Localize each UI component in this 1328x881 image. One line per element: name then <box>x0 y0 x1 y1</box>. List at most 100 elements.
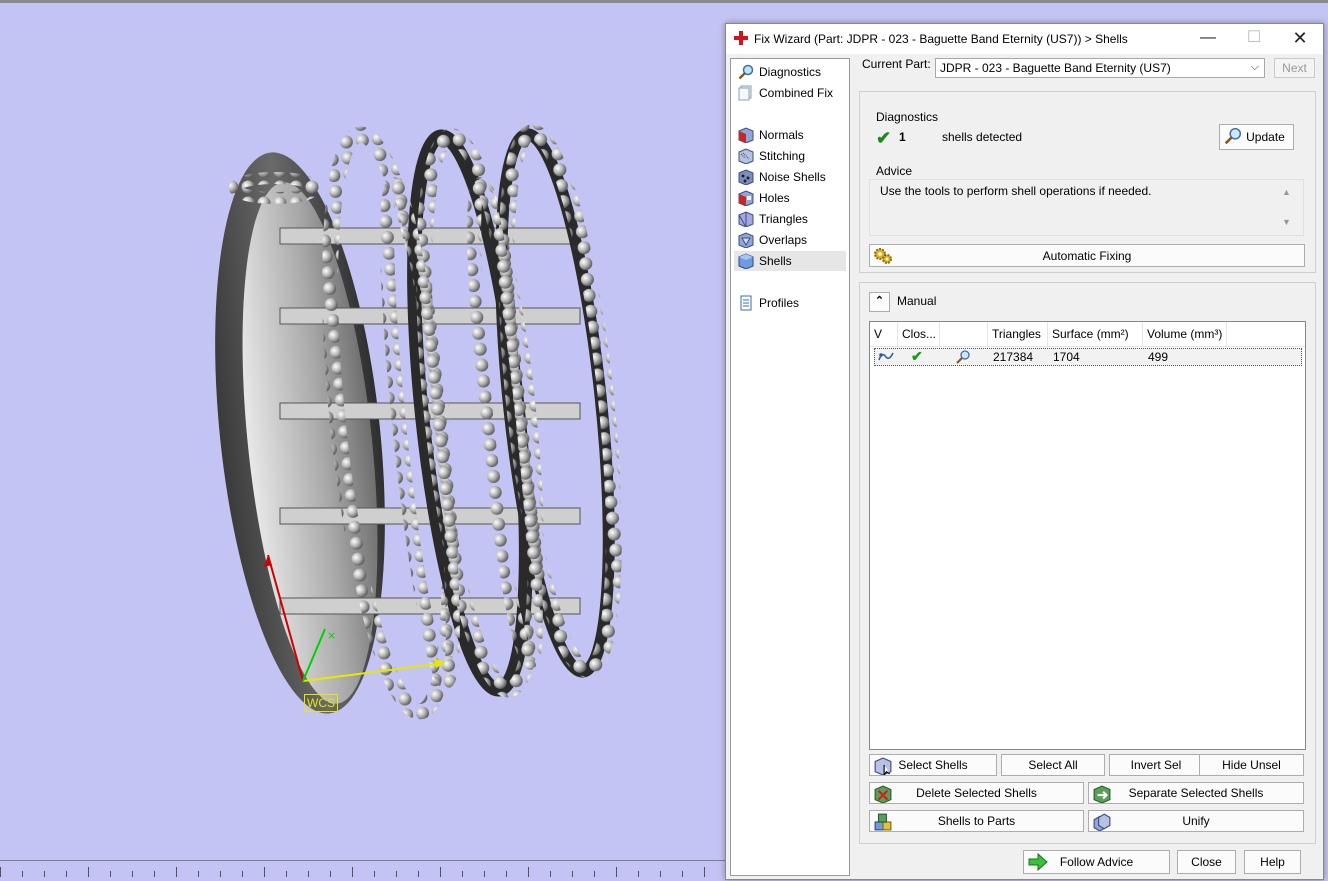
unify-cube-icon <box>1092 813 1112 831</box>
triangles-cube-icon <box>738 211 754 227</box>
gears-icon <box>873 247 893 265</box>
checkmark-icon: ✔ <box>876 128 892 148</box>
sidebar-item-diagnostics[interactable]: Diagnostics <box>734 62 846 82</box>
sidebar-item-label: Profiles <box>759 296 800 310</box>
current-part-select[interactable]: JDPR - 023 - Baguette Band Eternity (US7… <box>935 58 1265 78</box>
follow-advice-label: Follow Advice <box>1059 855 1134 869</box>
column-header[interactable] <box>940 322 988 346</box>
ruler-tick <box>352 867 353 877</box>
overlaps-cube-icon <box>738 232 754 248</box>
current-part-value: JDPR - 023 - Baguette Band Eternity (US7… <box>940 61 1171 75</box>
maximize-button[interactable]: ☐ <box>1231 24 1277 54</box>
select-shells-button[interactable]: Select Shells <box>869 754 997 776</box>
ruler-tick <box>550 871 551 877</box>
shells-table[interactable]: V Clos... Triangles Surface (mm²) Volume… <box>869 321 1306 750</box>
ruler-tick <box>396 871 397 877</box>
ruler-tick <box>484 871 485 877</box>
hide-unselected-button[interactable]: Hide Unsel <box>1199 754 1304 776</box>
column-header[interactable]: Volume (mm³) <box>1143 322 1227 346</box>
shells-to-parts-button[interactable]: Shells to Parts <box>869 810 1084 832</box>
ruler-tick <box>66 871 67 877</box>
sidebar-item-stitching[interactable]: Stitching <box>734 146 846 166</box>
sidebar-item-label: Normals <box>759 128 804 142</box>
chevron-down-icon: ⌵ <box>1250 61 1259 73</box>
sidebar-item-label: Holes <box>759 191 790 205</box>
delete-shell-icon <box>873 785 893 803</box>
update-button[interactable]: Update <box>1219 124 1294 150</box>
shells-to-parts-label: Shells to Parts <box>937 814 1016 828</box>
column-header[interactable]: Clos... <box>898 322 940 346</box>
select-cube-icon <box>873 757 893 775</box>
ruler-tick <box>264 867 265 877</box>
ruler-tick <box>198 871 199 877</box>
ruler-tick <box>594 871 595 877</box>
ruler-tick <box>308 871 309 877</box>
ruler-tick <box>682 871 683 877</box>
scroll-down-icon[interactable]: ▼ <box>1282 217 1291 227</box>
column-header[interactable]: V <box>870 322 898 346</box>
ruler-tick <box>440 867 441 877</box>
next-button[interactable]: Next <box>1274 58 1315 78</box>
sidebar-item-holes[interactable]: Holes <box>734 188 846 208</box>
follow-advice-button[interactable]: Follow Advice <box>1023 850 1170 874</box>
separate-selected-shells-label: Separate Selected Shells <box>1128 786 1264 800</box>
combined-fix-icon <box>738 85 754 101</box>
title-bar[interactable]: Fix Wizard (Part: JDPR - 023 - Baguette … <box>726 24 1323 54</box>
sidebar-item-label: Diagnostics <box>759 65 822 79</box>
column-header[interactable]: Surface (mm²) <box>1048 322 1143 346</box>
magnifier-icon <box>738 64 754 80</box>
automatic-fixing-button[interactable]: Automatic Fixing <box>869 244 1305 267</box>
shell-visibility-icon[interactable] <box>877 349 895 366</box>
sidebar-item-shells[interactable]: Shells <box>734 251 846 271</box>
sidebar-item-noise-shells[interactable]: Noise Shells <box>734 167 846 187</box>
sidebar-item-label: Stitching <box>759 149 806 163</box>
window-title: Fix Wizard (Part: JDPR - 023 - Baguette … <box>754 32 1128 46</box>
table-header: V Clos... Triangles Surface (mm²) Volume… <box>870 322 1305 347</box>
ruler-tick <box>132 871 133 877</box>
ruler-tick <box>44 871 45 877</box>
column-header[interactable]: Triangles <box>988 322 1048 346</box>
sidebar-item-label: Noise Shells <box>759 170 826 184</box>
viewport-ruler <box>0 860 730 881</box>
ruler-tick <box>704 867 705 877</box>
scroll-up-icon[interactable]: ▲ <box>1282 187 1291 197</box>
separate-shell-icon <box>1092 785 1112 803</box>
ruler-tick <box>374 871 375 877</box>
ruler-tick <box>660 871 661 877</box>
delete-selected-shells-button[interactable]: Delete Selected Shells <box>869 782 1084 804</box>
ring-model[interactable] <box>0 3 730 863</box>
triangles-cell: 217384 <box>993 350 1034 364</box>
ruler-tick <box>0 867 1 877</box>
sidebar-item-normals[interactable]: Normals <box>734 125 846 145</box>
help-button[interactable]: Help <box>1244 850 1301 874</box>
holes-cube-icon <box>738 190 754 206</box>
invert-selection-button[interactable]: Invert Sel <box>1109 754 1203 776</box>
diagnostics-title: Diagnostics <box>876 110 939 124</box>
ruler-tick <box>286 871 287 877</box>
select-all-button[interactable]: Select All <box>1001 754 1105 776</box>
stitching-cube-icon <box>738 148 754 164</box>
ruler-tick <box>154 871 155 877</box>
close-window-button[interactable]: ✕ <box>1277 24 1323 54</box>
minimize-button[interactable]: — <box>1185 24 1231 54</box>
3d-viewport[interactable]: × WCS <box>0 3 730 881</box>
axis-triad: × <box>264 554 446 682</box>
table-row[interactable]: ✔ 217384 1704 499 <box>874 348 1302 366</box>
separate-selected-shells-button[interactable]: Separate Selected Shells <box>1088 782 1304 804</box>
manual-label: Manual <box>897 294 937 308</box>
sidebar-item-overlaps[interactable]: Overlaps <box>734 230 846 250</box>
zoom-to-shell-icon[interactable] <box>955 349 971 368</box>
sidebar-item-profiles[interactable]: Profiles <box>734 293 846 313</box>
ruler-tick <box>506 871 507 877</box>
ruler-tick <box>572 871 573 877</box>
noise-shells-icon <box>738 169 754 185</box>
sidebar-item-triangles[interactable]: Triangles <box>734 209 846 229</box>
double-chevron-up-icon: ⌃ <box>874 295 885 307</box>
unify-button[interactable]: Unify <box>1088 810 1304 832</box>
collapse-button[interactable]: ⌃ <box>869 292 890 312</box>
advice-text: Use the tools to perform shell operation… <box>880 184 1152 198</box>
current-part-label: Current Part: <box>862 57 931 71</box>
closed-check-icon: ✔ <box>911 348 923 364</box>
sidebar-item-combined-fix[interactable]: Combined Fix <box>734 83 846 103</box>
close-button[interactable]: Close <box>1177 850 1236 874</box>
